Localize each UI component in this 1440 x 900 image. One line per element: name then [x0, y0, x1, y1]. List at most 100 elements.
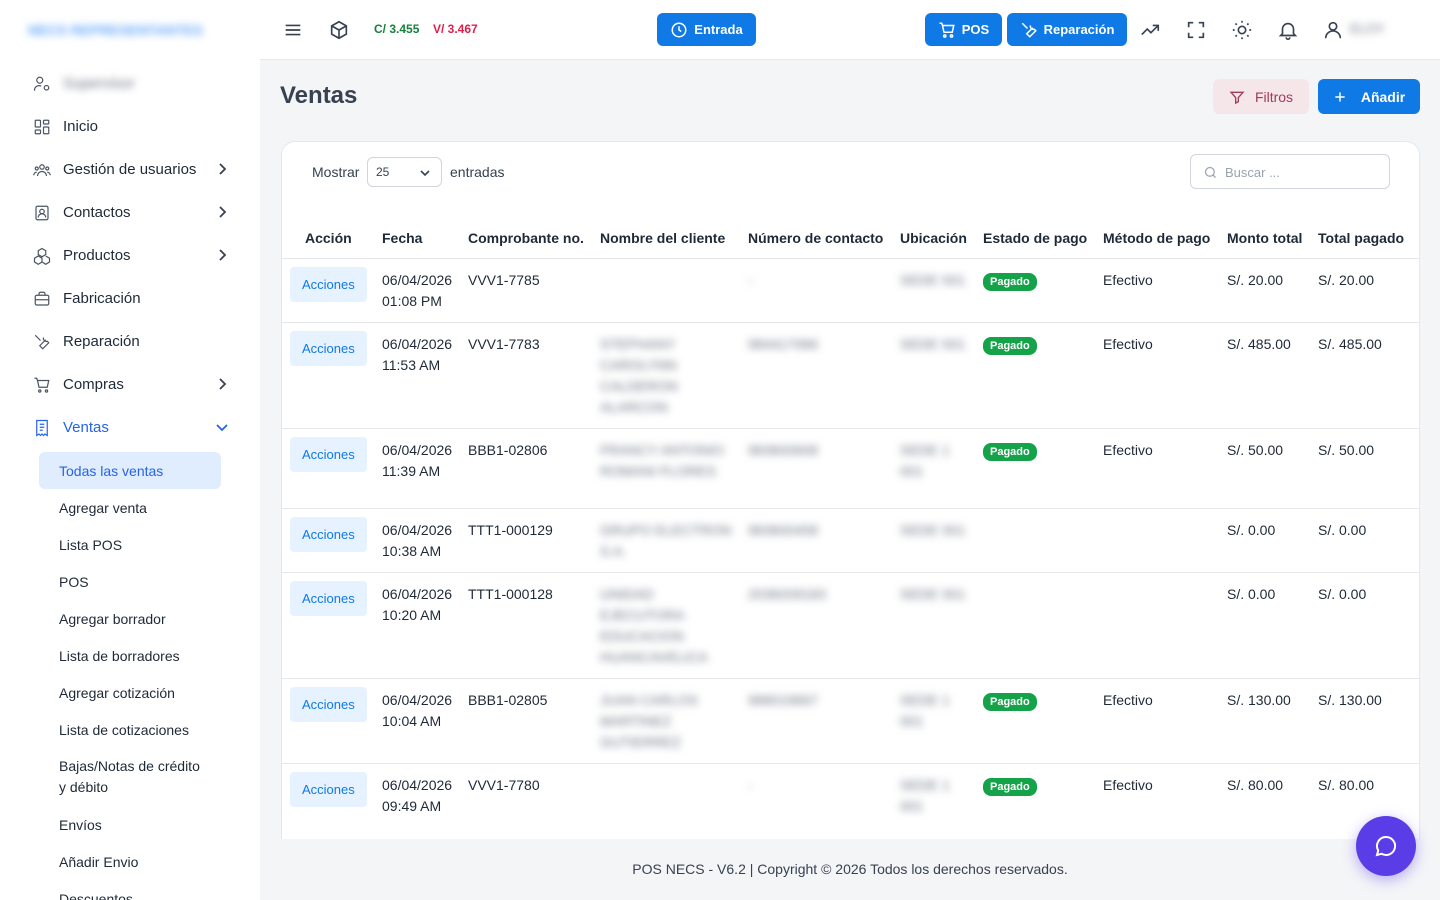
pos-button[interactable]: POS	[925, 13, 1002, 46]
sidebar-sub-lista-pos[interactable]: Lista POS	[0, 526, 260, 563]
status-badge: Pagado	[983, 692, 1037, 711]
paid-amount: S/. 20.00	[1318, 271, 1375, 288]
cell-pagado: S/. 50.00	[1310, 427, 1419, 508]
chat-button[interactable]	[1356, 816, 1416, 876]
sidebar-sub-todas-ventas[interactable]: Todas las ventas	[39, 452, 221, 489]
actions-button[interactable]: Acciones	[290, 266, 367, 302]
cell-monto: S/. 485.00	[1219, 321, 1310, 428]
col-fecha[interactable]: Fecha	[374, 225, 460, 258]
entrada-button[interactable]: Entrada	[657, 13, 756, 46]
payment-method: Efectivo	[1103, 271, 1153, 288]
date-text: 06/04/2026	[382, 335, 453, 352]
cell-cliente: GRUPO ELECTRON S.A.	[592, 507, 740, 572]
voucher-text: BBB1-02806	[468, 441, 548, 458]
sun-icon[interactable]	[1231, 19, 1253, 41]
col-ubicacion[interactable]: Ubicación	[892, 225, 975, 258]
user-name[interactable]: ELOY	[1350, 21, 1385, 36]
entrada-label: Entrada	[694, 22, 743, 37]
sidebar-item-productos[interactable]: Productos	[0, 234, 260, 277]
menu-icon[interactable]	[282, 19, 304, 41]
voucher-text: VVV1-7783	[468, 335, 540, 352]
entries-label: entradas	[450, 164, 505, 180]
actions-button[interactable]: Acciones	[290, 330, 367, 366]
col-comprobante[interactable]: Comprobante no.	[460, 225, 592, 258]
location-text: SEDE 1 001	[900, 691, 950, 729]
sidebar-sub-lista-cotizaciones[interactable]: Lista de cotizaciones	[0, 711, 260, 748]
time-text: 09:49 AM	[382, 797, 442, 814]
table-row: Acciones 06/04/2026 10:20 AM TTT1-000128 UNI…	[282, 571, 1419, 678]
brand-logo[interactable]: NECS REPRESENTANTES	[0, 0, 260, 60]
sidebar-item-compras[interactable]: Compras	[0, 363, 260, 406]
dashboard-icon	[32, 117, 52, 137]
cell-comprobante: TTT1-000128	[460, 571, 592, 678]
cell-estado	[975, 571, 1095, 678]
total-amount: S/. 50.00	[1227, 441, 1284, 458]
sidebar-item-supervisor[interactable]: Supervisor	[0, 62, 260, 105]
fullscreen-icon[interactable]	[1185, 19, 1207, 41]
time-text: 10:38 AM	[382, 542, 442, 559]
actions-button[interactable]: Acciones	[290, 436, 367, 472]
paid-amount: S/. 50.00	[1318, 441, 1375, 458]
filters-button[interactable]: Filtros	[1213, 79, 1309, 114]
sidebar-item-label: Supervisor	[63, 75, 135, 92]
cell-fecha: 06/04/2026 10:38 AM	[374, 507, 460, 572]
cell-metodo: Efectivo	[1095, 677, 1219, 763]
contact-number: -	[748, 776, 753, 793]
sidebar-sub-lista-borradores[interactable]: Lista de borradores	[0, 637, 260, 674]
cell-metodo: Efectivo	[1095, 321, 1219, 428]
actions-button[interactable]: Acciones	[290, 516, 367, 552]
sidebar-item-label: Reparación	[63, 333, 140, 350]
col-monto[interactable]: Monto total	[1219, 225, 1310, 258]
sidebar-sub-envios[interactable]: Envíos	[0, 806, 260, 843]
sidebar-sub-anadir-envio[interactable]: Añadir Envio	[0, 843, 260, 880]
wrench-icon	[32, 332, 52, 352]
footer: POS NECS - V6.2 | Copyright © 2026 Todos…	[260, 839, 1440, 900]
sidebar-item-contactos[interactable]: Contactos	[0, 191, 260, 234]
cell-estado: Pagado	[975, 762, 1095, 843]
cell-accion: Acciones	[282, 257, 374, 322]
sidebar-sub-agregar-venta[interactable]: Agregar venta	[0, 489, 260, 526]
cart-icon	[939, 22, 955, 38]
col-estado[interactable]: Estado de pago	[975, 225, 1095, 258]
col-accion[interactable]: Acción	[282, 225, 374, 258]
cart-icon	[32, 375, 52, 395]
col-pagado[interactable]: Total pagado	[1310, 225, 1419, 258]
actions-button[interactable]: Acciones	[290, 580, 367, 616]
user-icon[interactable]	[1322, 19, 1344, 41]
cell-contacto: 983600608	[740, 427, 892, 508]
sidebar-sub-agregar-borrador[interactable]: Agregar borrador	[0, 600, 260, 637]
search-input[interactable]	[1225, 162, 1375, 182]
cell-contacto: -	[740, 762, 892, 843]
chevron-down-icon	[216, 424, 228, 432]
sidebar-item-inicio[interactable]: Inicio	[0, 105, 260, 148]
sidebar-sub-pos[interactable]: POS	[0, 563, 260, 600]
sidebar-item-reparacion[interactable]: Reparación	[0, 320, 260, 363]
cell-estado	[975, 507, 1095, 572]
sidebar-item-fabricacion[interactable]: Fabricación	[0, 277, 260, 320]
actions-button[interactable]: Acciones	[290, 686, 367, 722]
col-cliente[interactable]: Nombre del cliente	[592, 225, 740, 258]
paid-amount: S/. 0.00	[1318, 585, 1367, 602]
box-icon[interactable]	[328, 19, 350, 41]
add-button[interactable]: Añadir	[1318, 79, 1420, 114]
voucher-text: VVV1-7780	[468, 776, 540, 793]
payment-method: Efectivo	[1103, 335, 1153, 352]
bell-icon[interactable]	[1277, 19, 1299, 41]
sidebar-sub-notas-credito[interactable]: Bajas/Notas de crédito y débito	[0, 748, 260, 806]
footer-text: POS NECS - V6.2 | Copyright © 2026 Todos…	[632, 861, 1068, 877]
paid-amount: S/. 0.00	[1318, 521, 1367, 538]
exchange-rate-buy: C/ 3.455	[374, 22, 420, 36]
sidebar-item-ventas[interactable]: Ventas	[0, 406, 260, 449]
page-size-select[interactable]: 25	[367, 157, 442, 187]
reparacion-button[interactable]: Reparación	[1007, 13, 1127, 46]
cell-comprobante: BBB1-02806	[460, 427, 592, 508]
col-metodo[interactable]: Método de pago	[1095, 225, 1219, 258]
sidebar-sub-agregar-cotizacion[interactable]: Agregar cotización	[0, 674, 260, 711]
sidebar-sub-descuentos[interactable]: Descuentos	[0, 880, 260, 900]
actions-button[interactable]: Acciones	[290, 771, 367, 807]
cell-pagado: S/. 0.00	[1310, 571, 1419, 678]
trending-up-icon[interactable]	[1139, 19, 1161, 41]
col-contacto[interactable]: Número de contacto	[740, 225, 892, 258]
sidebar-item-usuarios[interactable]: Gestión de usuarios	[0, 148, 260, 191]
wrench-icon	[1021, 22, 1037, 38]
